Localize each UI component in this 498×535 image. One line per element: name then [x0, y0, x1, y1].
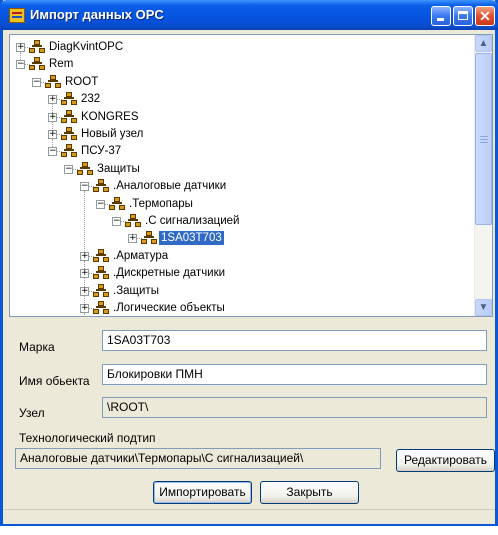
tree-items: + DiagKvintOPC − Rem − ROOT +232 + KONGRES + Новый…: [10, 35, 476, 316]
opc-tree-view[interactable]: + DiagKvintOPC − Rem − ROOT +232 + KONGRES + Новый…: [9, 34, 493, 317]
close-icon: ✕: [479, 8, 491, 24]
tree-node-label[interactable]: 1SA03T703: [159, 231, 224, 246]
tree-node-icon: [61, 92, 77, 106]
collapse-icon[interactable]: −: [96, 199, 105, 209]
expand-icon[interactable]: +: [80, 269, 89, 279]
tree-node-label[interactable]: .Арматура: [111, 249, 170, 263]
tree-node-icon: [29, 57, 45, 71]
tree-node-icon: [61, 109, 77, 124]
scroll-down-icon: ▼: [478, 302, 489, 313]
scroll-up-button[interactable]: ▲: [475, 35, 492, 52]
tree-node[interactable]: − Rem: [10, 56, 476, 72]
tree-node-icon: [61, 127, 77, 141]
tree-node-label[interactable]: KONGRES: [79, 110, 141, 124]
expand-icon[interactable]: +: [48, 95, 57, 105]
marka-label: Марка: [19, 340, 55, 354]
tree-node[interactable]: + .Арматура: [10, 248, 476, 264]
status-bar: [3, 509, 495, 524]
scroll-grip: [480, 136, 488, 137]
tree-vertical-scrollbar[interactable]: ▲ ▼: [474, 35, 492, 316]
tree-node-icon: [45, 74, 61, 89]
maximize-icon: [458, 11, 468, 20]
collapse-icon[interactable]: −: [112, 217, 121, 226]
scroll-grip: [480, 142, 488, 143]
tree-node-label[interactable]: ПСУ-37: [79, 144, 123, 158]
subtype-label: Технологический подтип: [19, 431, 156, 445]
subtype-field: Аналоговые датчики\Термопары\С сигнализа…: [15, 448, 381, 469]
tree-node[interactable]: − .Термопары: [10, 196, 476, 212]
collapse-icon[interactable]: −: [32, 77, 41, 87]
title-bar[interactable]: Импорт данных OPC ✕: [0, 0, 498, 30]
tree-node-icon: [125, 214, 141, 228]
tree-node-label[interactable]: .Термопары: [127, 197, 195, 211]
tree-node[interactable]: + DiagKvintOPC: [10, 39, 476, 55]
scroll-thumb[interactable]: [475, 53, 492, 225]
tree-node-icon: [93, 301, 109, 315]
collapse-icon[interactable]: −: [16, 60, 25, 70]
collapse-icon[interactable]: −: [48, 147, 57, 157]
import-button[interactable]: Импортировать: [153, 481, 252, 504]
tree-node-label[interactable]: DiagKvintOPC: [47, 40, 125, 54]
object-name-field[interactable]: Блокировки ПМН: [102, 364, 487, 385]
tree-node[interactable]: − .Аналоговые датчики: [10, 178, 476, 194]
scroll-grip: [480, 139, 488, 140]
expand-icon[interactable]: +: [80, 304, 89, 313]
tree-node-icon: [93, 179, 109, 193]
tree-node-label[interactable]: ROOT: [63, 75, 100, 89]
collapse-icon[interactable]: −: [64, 164, 73, 174]
edit-button[interactable]: Редактировать: [396, 449, 495, 472]
tree-node[interactable]: + Новый узел: [10, 126, 476, 142]
node-field: \ROOT\: [102, 397, 487, 418]
tree-node-label[interactable]: 232: [79, 92, 102, 106]
tree-node[interactable]: +232: [10, 91, 476, 107]
import-opc-window: Импорт данных OPC ✕ + DiagKvintOPC − Rem − RO…: [0, 0, 498, 526]
expand-icon[interactable]: +: [48, 130, 57, 139]
minimize-icon: [437, 18, 444, 21]
tree-node-icon: [29, 40, 45, 54]
tree-node[interactable]: + .Логические объекты: [10, 300, 476, 316]
tree-node-icon: [61, 144, 77, 158]
close-window-button[interactable]: ✕: [475, 6, 495, 26]
tree-node[interactable]: − .С сигнализацией: [10, 213, 476, 229]
tree-node[interactable]: − Защиты: [10, 161, 476, 177]
tree-node-label[interactable]: .С сигнализацией: [143, 214, 241, 228]
tree-node-label[interactable]: Новый узел: [79, 127, 145, 141]
window-title: Импорт данных OPC: [30, 7, 164, 22]
tree-node[interactable]: + KONGRES: [10, 109, 476, 125]
expand-icon[interactable]: +: [128, 234, 137, 244]
minimize-button[interactable]: [431, 6, 451, 26]
object-name-label: Имя обьекта: [19, 374, 90, 388]
tree-node-label[interactable]: .Аналоговые датчики: [111, 179, 228, 193]
tree-node-label[interactable]: .Логические объекты: [111, 301, 227, 315]
tree-node-label[interactable]: .Дискретные датчики: [111, 266, 227, 280]
scroll-down-button[interactable]: ▼: [475, 299, 492, 316]
tree-node-icon: [93, 283, 109, 298]
tree-node[interactable]: − ПСУ-37: [10, 143, 476, 159]
expand-icon[interactable]: +: [16, 43, 25, 52]
collapse-icon[interactable]: −: [80, 182, 89, 192]
tree-node[interactable]: +1SA03T703: [10, 230, 476, 246]
tree-node-label[interactable]: Rem: [47, 57, 75, 71]
node-label: Узел: [19, 406, 45, 420]
scroll-up-icon: ▲: [478, 38, 489, 49]
tree-node-label[interactable]: .Защиты: [111, 284, 161, 298]
tree-node-label[interactable]: Защиты: [95, 162, 142, 176]
tree-node-icon: [141, 231, 157, 245]
tree-node-icon: [77, 161, 93, 176]
expand-icon[interactable]: +: [80, 251, 89, 261]
maximize-button[interactable]: [453, 6, 473, 26]
expand-icon[interactable]: +: [80, 286, 89, 296]
app-icon: [9, 8, 25, 23]
tree-node[interactable]: − ROOT: [10, 74, 476, 90]
tree-node-icon: [109, 196, 125, 211]
tree-node[interactable]: + .Дискретные датчики: [10, 265, 476, 281]
tree-node[interactable]: + .Защиты: [10, 283, 476, 299]
close-button[interactable]: Закрыть: [260, 481, 359, 504]
marka-field[interactable]: 1SA03T703: [102, 330, 487, 351]
expand-icon[interactable]: +: [48, 112, 57, 122]
tree-node-icon: [93, 248, 109, 263]
tree-node-icon: [93, 266, 109, 280]
